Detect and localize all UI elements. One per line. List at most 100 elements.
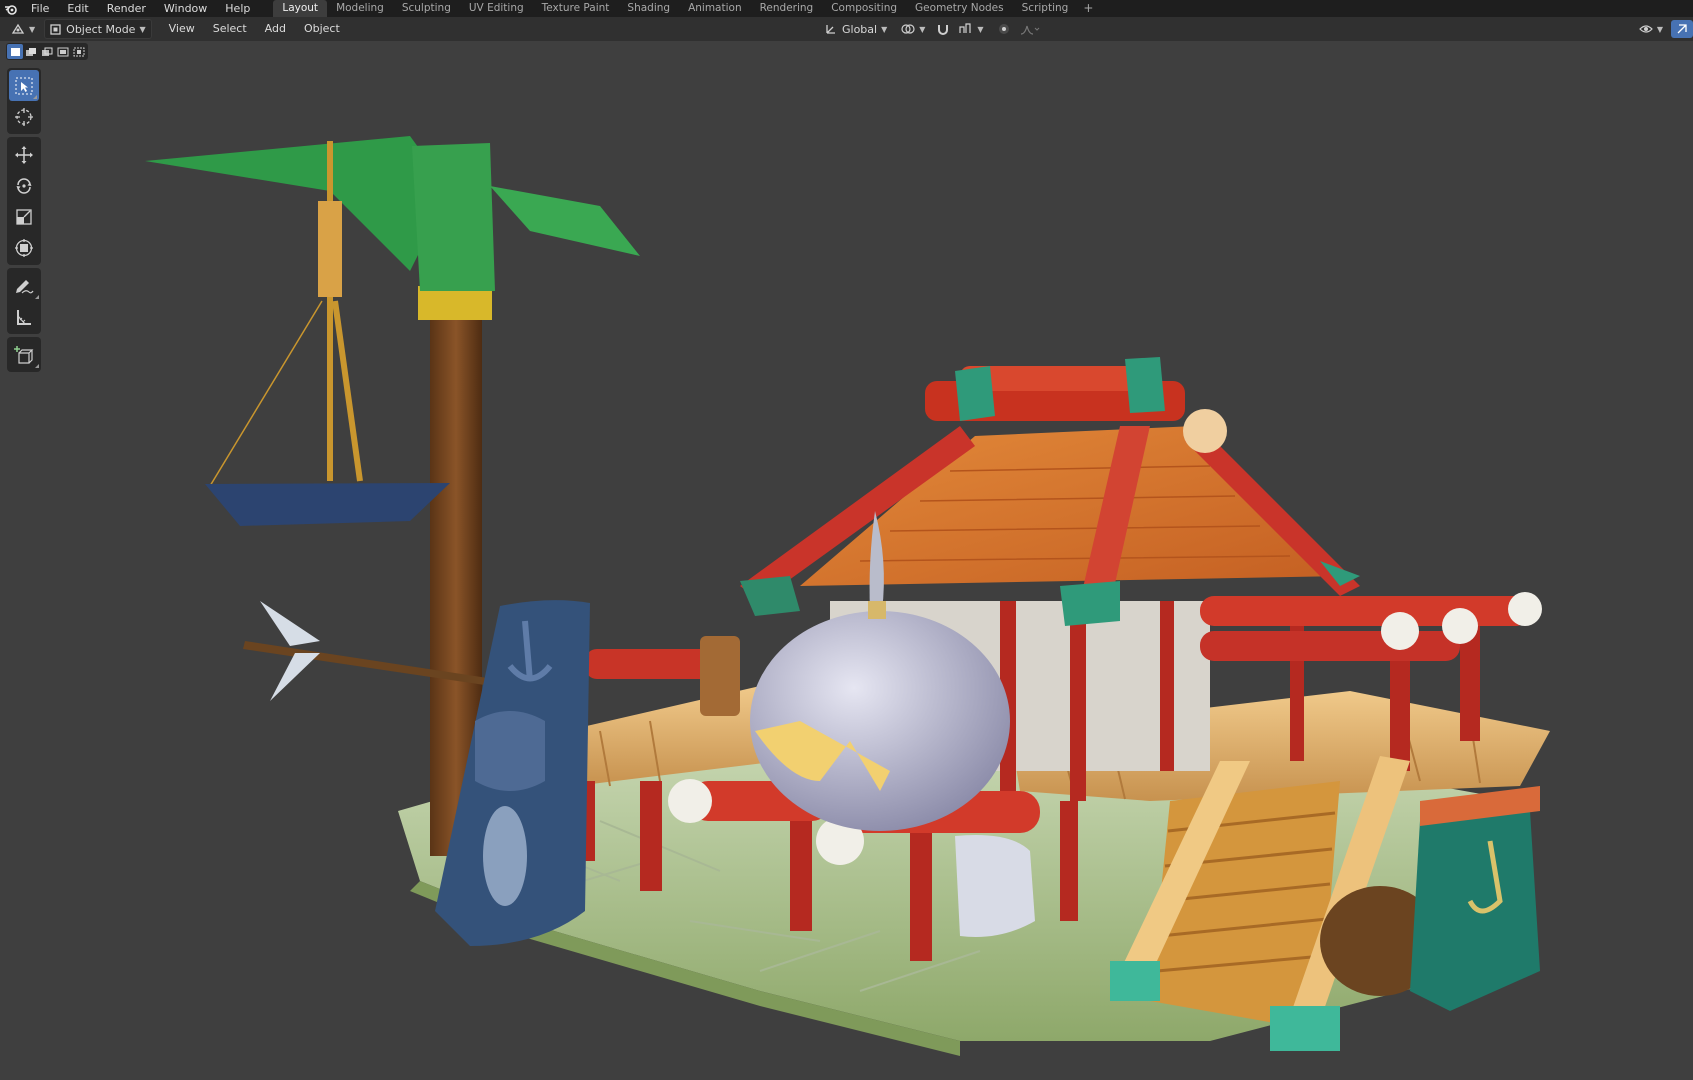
tab-shading[interactable]: Shading	[618, 0, 679, 17]
editor-type-icon	[11, 23, 25, 35]
snap-increment-icon	[959, 23, 973, 35]
menu-window[interactable]: Window	[155, 0, 216, 17]
chevron-down-icon: ▼	[29, 24, 36, 34]
proportional-edit-toggle[interactable]	[993, 20, 1015, 38]
tab-uv-editing[interactable]: UV Editing	[460, 0, 533, 17]
3d-viewport[interactable]	[0, 41, 1693, 1080]
editor-type-button[interactable]: ▼	[6, 20, 40, 38]
transform-icon	[14, 238, 34, 258]
snap-target-dropdown[interactable]: ▼	[954, 20, 988, 38]
tab-texture-paint[interactable]: Texture Paint	[533, 0, 619, 17]
add-cube-icon	[14, 345, 34, 365]
flag-right	[490, 186, 640, 256]
menu-file[interactable]: File	[22, 0, 58, 17]
stair-foot-right	[1270, 1006, 1340, 1051]
sign-face	[475, 711, 545, 791]
tab-geometry-nodes[interactable]: Geometry Nodes	[906, 0, 1013, 17]
pivot-point-icon	[901, 23, 915, 35]
sign-window	[483, 806, 527, 906]
select-intersect-button[interactable]	[71, 44, 87, 59]
tab-scripting[interactable]: Scripting	[1013, 0, 1078, 17]
roof-corner-left	[740, 576, 800, 616]
falloff-dropdown[interactable]	[1015, 20, 1045, 38]
gizmo-icon	[1676, 23, 1688, 35]
chevron-down-icon: ▼	[881, 24, 888, 34]
blender-window: File Edit Render Window Help Layout Mode…	[0, 0, 1693, 1080]
menu-edit[interactable]: Edit	[58, 0, 97, 17]
blender-logo-icon[interactable]	[0, 0, 22, 17]
mode-dropdown[interactable]: Object Mode ▼	[44, 19, 152, 39]
orientation-dropdown[interactable]: Global ▼	[820, 20, 892, 38]
workspace-tabs: Layout Modeling Sculpting UV Editing Tex…	[273, 0, 1099, 17]
tab-animation[interactable]: Animation	[679, 0, 751, 17]
chevron-down-icon: ▼	[139, 24, 146, 34]
rotate-icon	[14, 176, 34, 196]
tool-group-annotate	[7, 268, 41, 334]
flag-left	[145, 136, 450, 271]
pencil-icon	[14, 276, 34, 296]
select-extend-button[interactable]	[23, 44, 39, 59]
ruler-icon	[15, 308, 33, 326]
tool-select-box[interactable]	[9, 70, 39, 101]
hammer-head	[700, 636, 740, 716]
object-mode-icon	[50, 23, 61, 35]
stair-foot-left	[1110, 961, 1160, 1001]
select-new-button[interactable]	[7, 44, 23, 59]
roof-corner-mid	[1060, 581, 1120, 626]
scale-icon	[15, 208, 33, 226]
menu-view[interactable]: View	[160, 20, 204, 38]
tab-layout[interactable]: Layout	[273, 0, 328, 17]
menu-select[interactable]: Select	[204, 20, 256, 38]
chevron-down-icon: ▼	[977, 24, 984, 34]
ridge-cap-right	[1125, 357, 1165, 413]
visibility-dropdown[interactable]: ▼	[1634, 20, 1668, 38]
select-subtract-button[interactable]	[39, 44, 55, 59]
scene-render	[145, 136, 1550, 1056]
orientation-label: Global	[842, 22, 878, 36]
tool-annotate[interactable]	[7, 270, 41, 301]
menu-render[interactable]: Render	[98, 0, 155, 17]
gizmo-toggle[interactable]	[1671, 20, 1693, 38]
scroll-banner	[955, 835, 1035, 937]
move-arrows-icon	[14, 145, 34, 165]
tool-move[interactable]	[7, 139, 41, 170]
chevron-down-icon: ▼	[1656, 24, 1663, 34]
add-workspace-button[interactable]: +	[1077, 0, 1099, 17]
menu-add[interactable]: Add	[256, 20, 295, 38]
cursor-arrow-icon	[15, 77, 33, 95]
viewport-header-right: ▼	[1634, 20, 1693, 38]
tab-compositing[interactable]: Compositing	[822, 0, 906, 17]
tool-cursor[interactable]	[7, 101, 41, 132]
flag-body	[412, 143, 495, 291]
log-end-1	[1508, 592, 1542, 626]
proportional-edit-icon	[998, 23, 1010, 35]
tool-scale[interactable]	[7, 201, 41, 232]
tool-group-add	[7, 337, 41, 372]
rope-knot	[318, 201, 342, 297]
menu-help[interactable]: Help	[216, 0, 259, 17]
log-end-3	[1381, 612, 1419, 650]
tab-rendering[interactable]: Rendering	[751, 0, 823, 17]
menu-object[interactable]: Object	[295, 20, 349, 38]
dome	[750, 611, 1010, 831]
feather-base	[868, 601, 886, 619]
tool-transform[interactable]	[7, 232, 41, 263]
tool-group-select	[7, 68, 41, 134]
tab-modeling[interactable]: Modeling	[327, 0, 393, 17]
arrow-fletch-top	[260, 601, 320, 646]
tool-measure[interactable]	[7, 301, 41, 332]
tool-rotate[interactable]	[7, 170, 41, 201]
snap-toggle[interactable]	[932, 20, 954, 38]
side-log-lower	[1200, 631, 1460, 661]
mode-dropdown-label: Object Mode	[66, 22, 136, 36]
chevron-down-icon: ▼	[919, 24, 926, 34]
tab-sculpting[interactable]: Sculpting	[393, 0, 460, 17]
select-invert-button[interactable]	[55, 44, 71, 59]
tool-add-cube[interactable]	[7, 339, 41, 370]
tool-shelf	[7, 68, 41, 375]
pivot-dropdown[interactable]: ▼	[896, 20, 930, 38]
transform-settings: Global ▼ ▼ ▼	[820, 20, 1045, 38]
magnet-icon	[937, 23, 949, 35]
scale-pan	[205, 483, 450, 526]
side-log-upper	[1200, 596, 1530, 626]
